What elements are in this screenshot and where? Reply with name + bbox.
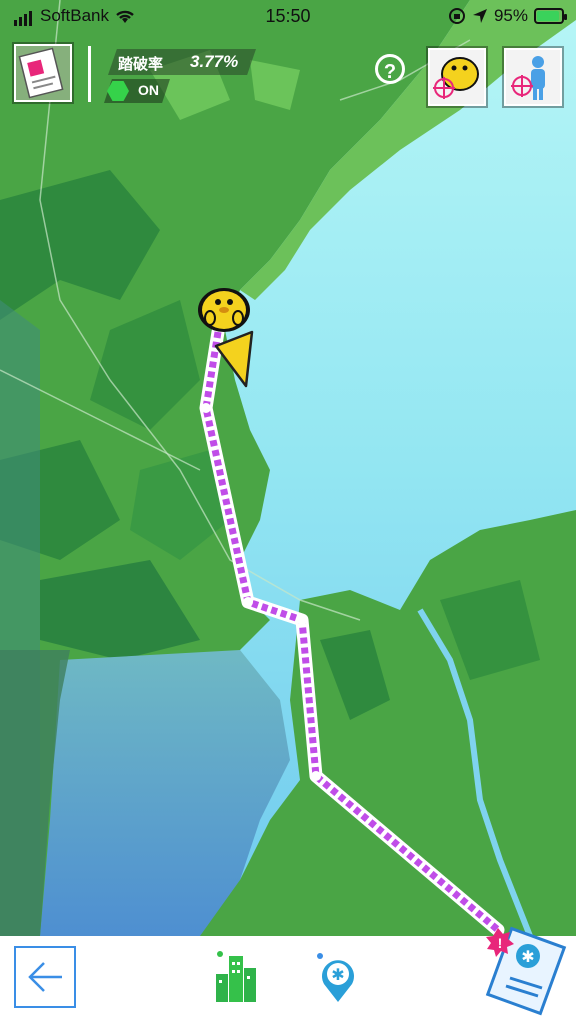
yellow-buddy-target-icon	[433, 57, 479, 99]
location-services-icon	[472, 9, 487, 23]
buddy-focus-button[interactable]	[428, 48, 486, 106]
map-pin-icon[interactable]: ✱	[314, 950, 362, 1004]
person-target-icon	[511, 56, 545, 100]
hud-divider	[88, 46, 91, 102]
help-button[interactable]: ?	[375, 54, 405, 84]
status-right: 95%	[448, 6, 567, 26]
back-arrow-icon	[28, 962, 62, 992]
ticket-icon[interactable]: ✱ !	[478, 922, 574, 1016]
document-button[interactable]	[14, 44, 72, 102]
mode-status-text: ON	[138, 82, 159, 98]
battery-icon	[534, 8, 567, 24]
city-buildings-icon[interactable]	[212, 948, 262, 1004]
orientation-lock-icon	[448, 8, 465, 24]
game-map[interactable]	[0, 0, 576, 936]
player-focus-button[interactable]	[504, 48, 562, 106]
buddy-character-marker[interactable]	[198, 288, 250, 332]
back-button[interactable]	[14, 946, 76, 1008]
completion-rate-label: 踏破率	[118, 56, 164, 73]
completion-rate-value: 3.77%	[190, 52, 239, 71]
battery-percent: 95%	[493, 6, 528, 25]
svg-text:✱: ✱	[331, 965, 344, 984]
status-bar: SoftBank 15:50 95%	[0, 0, 576, 34]
document-icon	[18, 47, 64, 99]
alert-badge-text: !	[498, 935, 503, 951]
svg-text:✱: ✱	[521, 947, 534, 966]
